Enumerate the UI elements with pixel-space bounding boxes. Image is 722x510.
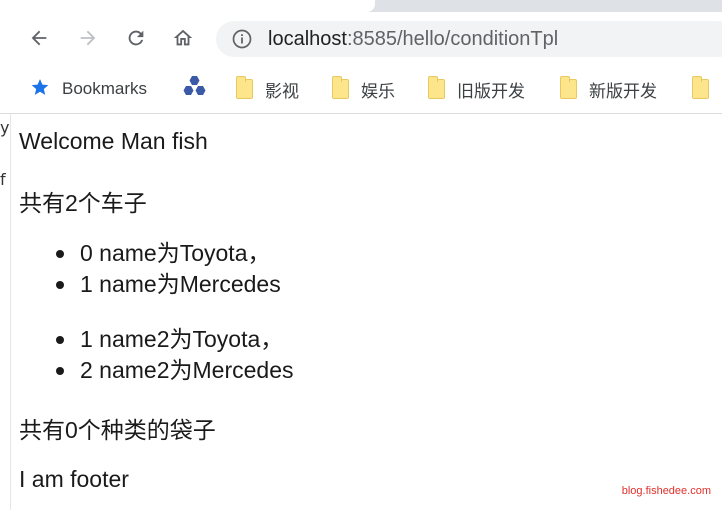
list-item: 2 name2为Mercedes: [19, 355, 294, 386]
bookmark-label: 新版开发: [589, 81, 657, 101]
list-item: 1 name为Mercedes: [19, 269, 281, 300]
address-bar[interactable]: localhost:8585/hello/conditionTpl: [216, 21, 722, 57]
url-host: localhost: [268, 28, 347, 50]
bookmark-hexagon-app[interactable]: [183, 75, 221, 104]
star-icon: [30, 77, 50, 102]
left-window-edge: y f: [0, 114, 11, 510]
back-icon[interactable]: [25, 24, 53, 52]
folder-icon: [332, 76, 349, 99]
edge-char: y: [0, 118, 10, 137]
bookmark-folder-yingshi[interactable]: 影视: [236, 76, 299, 102]
bookmark-folder-yule[interactable]: 娱乐: [332, 76, 395, 102]
car-list-1: 0 name为Toyota， 1 name为Mercedes: [19, 238, 281, 300]
bookmark-label: 娱乐: [361, 81, 395, 101]
bookmark-folder-old-dev[interactable]: 旧版开发: [428, 76, 525, 102]
active-tab-edge[interactable]: [0, 0, 375, 12]
bookmarks-menu[interactable]: Bookmarks: [30, 76, 147, 102]
home-icon[interactable]: [169, 24, 197, 52]
hexagon-app-icon: [183, 75, 209, 104]
bookmarks-label: Bookmarks: [62, 79, 148, 98]
watermark: blog.fishedee.com: [621, 485, 711, 497]
bookmark-folder-overflow[interactable]: [692, 76, 721, 102]
car-list-2: 1 name2为Toyota， 2 name2为Mercedes: [19, 324, 294, 386]
list-item: 1 name2为Toyota，: [19, 324, 294, 355]
list-item: 0 name为Toyota，: [19, 238, 281, 269]
bookmark-label: 旧版开发: [457, 81, 525, 101]
folder-icon: [428, 76, 445, 99]
bookmark-folder-new-dev[interactable]: 新版开发: [560, 76, 657, 102]
bags-count-text: 共有0个种类的袋子: [19, 417, 216, 443]
url-path: :8585/hello/conditionTpl: [346, 28, 559, 50]
browser-toolbar: localhost:8585/hello/conditionTpl: [0, 12, 722, 66]
footer-text: I am footer: [19, 466, 129, 492]
folder-icon: [692, 76, 709, 99]
folder-icon: [236, 76, 253, 99]
edge-char: f: [0, 170, 6, 189]
bookmarks-bar: Bookmarks 影视 娱乐 旧版开发 新版开发: [0, 66, 722, 114]
info-icon[interactable]: [232, 29, 252, 49]
forward-icon[interactable]: [74, 24, 102, 52]
folder-icon: [560, 76, 577, 99]
url-text[interactable]: localhost:8585/hello/conditionTpl: [268, 26, 558, 52]
welcome-text: Welcome Man fish: [19, 128, 208, 154]
bookmark-label: 影视: [265, 81, 299, 101]
cars-count-text: 共有2个车子: [19, 190, 147, 216]
reload-icon[interactable]: [122, 24, 150, 52]
